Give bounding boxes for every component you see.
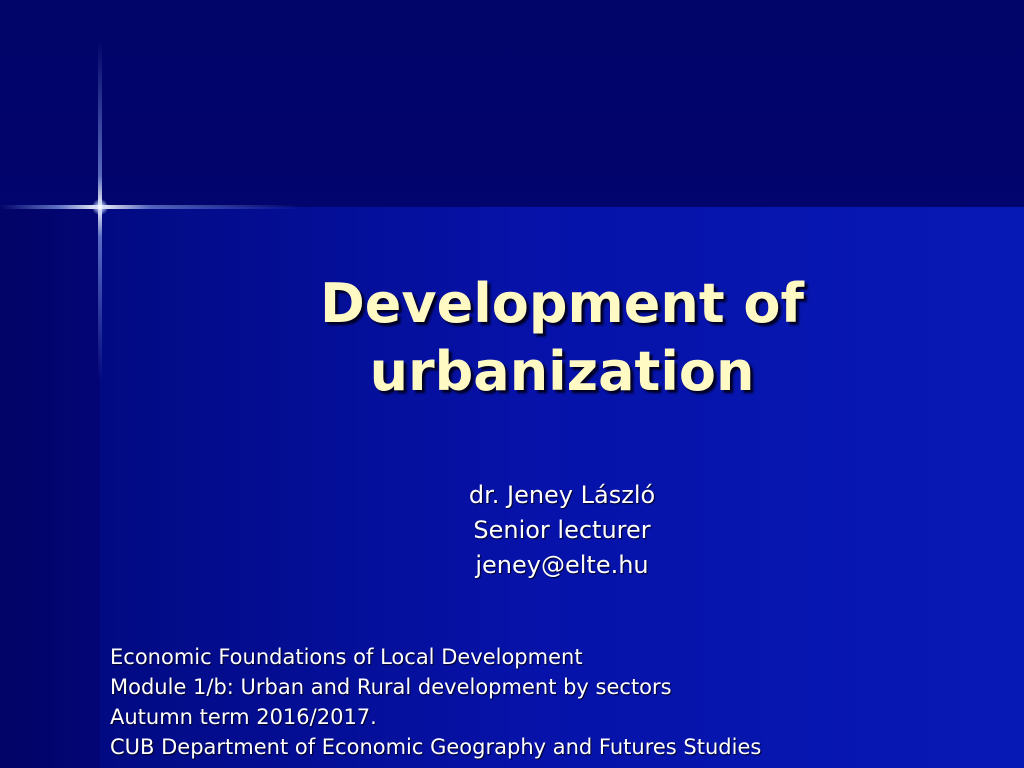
author-name: dr. Jeney László [468,481,656,509]
course-info: Economic Foundations of Local Developmen… [110,642,1010,762]
course-info-line-3: Autumn term 2016/2017. [110,705,377,729]
sparkle-star-icon [92,199,108,215]
slide-title-line-1: Development of [319,272,805,335]
slide-title-line-2: urbanization [369,340,755,403]
course-info-line-2: Module 1/b: Urban and Rural development … [110,675,672,699]
sparkle-horizontal-ray [0,205,300,209]
course-info-line-1: Economic Foundations of Local Developmen… [110,645,583,669]
course-info-line-4: CUB Department of Economic Geography and… [110,735,762,759]
background-left-panel [0,207,100,768]
author-block: dr. Jeney László Senior lecturer jeney@e… [312,478,812,583]
author-email: jeney@elte.hu [475,551,649,579]
slide: Development of urbanization dr. Jeney Lá… [0,0,1024,768]
slide-title: Development of urbanization [180,270,944,406]
author-position: Senior lecturer [473,516,651,544]
